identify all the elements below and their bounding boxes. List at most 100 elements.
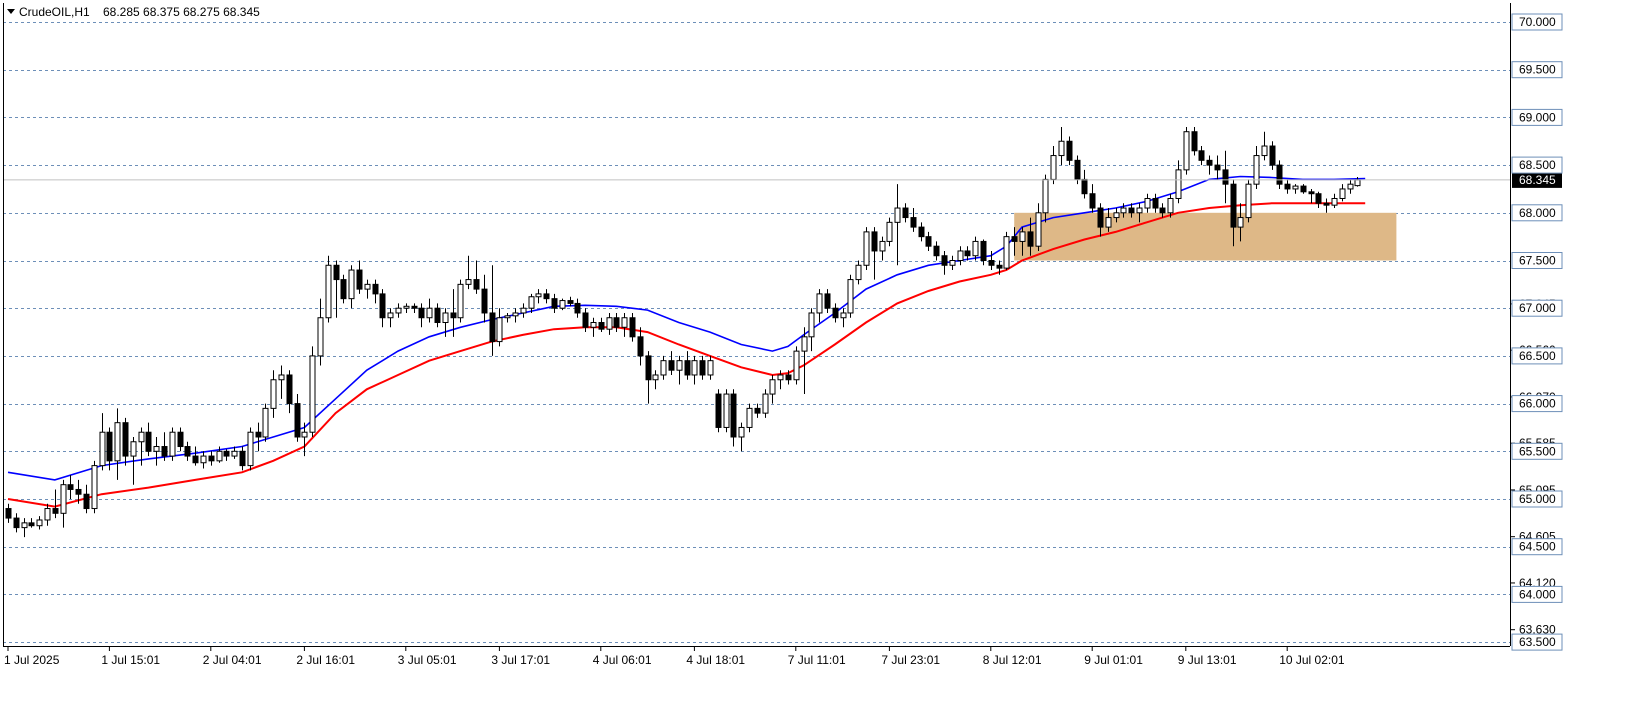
candle-body-bear — [83, 493, 90, 510]
candle — [598, 317, 605, 333]
candle-body-bull — [691, 360, 698, 376]
candle-body-bull — [590, 322, 597, 328]
candle-body-bear — [1284, 183, 1291, 190]
candle-body-bear — [754, 407, 761, 414]
candle — [1206, 155, 1213, 175]
candle-body-bull — [457, 283, 464, 319]
candle — [894, 184, 901, 266]
candle-body-bear — [871, 231, 878, 252]
candle — [1198, 146, 1205, 166]
candle-body-bull — [216, 450, 223, 462]
candle-body-bear — [333, 264, 340, 281]
candle — [1253, 146, 1260, 189]
candle — [21, 518, 28, 538]
candle — [1222, 150, 1229, 204]
candle — [723, 389, 730, 433]
candle-body-bull — [1237, 217, 1244, 228]
candle-body-bear — [1081, 178, 1088, 195]
candle — [1066, 136, 1073, 166]
candle — [769, 374, 776, 404]
time-label: 1 Jul 2025 — [4, 653, 60, 667]
candle — [613, 312, 620, 333]
candle-body-bull — [1144, 197, 1151, 209]
candle-body-bear — [582, 312, 589, 328]
candle-body-bear — [637, 336, 644, 357]
candle — [169, 427, 176, 461]
candle-body-bear — [1269, 145, 1276, 166]
candle-body-bull — [200, 455, 207, 464]
candle-body-bull — [138, 431, 145, 443]
time-label: 4 Jul 06:01 — [593, 653, 652, 667]
candle-body-bull — [1347, 183, 1354, 190]
price-chart[interactable]: 68.345 67.04566.56066.07065.58565.09564.… — [0, 0, 1651, 705]
candle-body-bull — [1245, 183, 1252, 219]
candle-body-bull — [442, 312, 449, 324]
candle — [567, 296, 574, 307]
time-label: 3 Jul 17:01 — [491, 653, 550, 667]
candle — [1089, 184, 1096, 213]
candle-body-bear — [208, 455, 215, 462]
candle-body-bear — [255, 431, 262, 438]
time-label: 8 Jul 12:01 — [983, 653, 1042, 667]
candle — [1214, 155, 1221, 180]
ohlc-readout: 68.285 68.375 68.275 68.345 — [103, 5, 260, 19]
candle — [1269, 141, 1276, 170]
candle — [223, 449, 230, 461]
candle — [1003, 231, 1010, 271]
candle — [1347, 179, 1354, 194]
candle — [863, 227, 870, 271]
candle-body-bear — [161, 446, 168, 457]
candle — [933, 241, 940, 261]
candle — [122, 417, 129, 466]
price-level-label: 69.500 — [1519, 63, 1556, 77]
candle — [1292, 184, 1299, 194]
price-level-label: 68.500 — [1519, 158, 1556, 172]
candle-body-bull — [1105, 217, 1112, 228]
chart-header: CrudeOIL,H1 68.285 68.375 68.275 68.345 — [7, 5, 260, 19]
time-label: 9 Jul 01:01 — [1084, 653, 1143, 667]
candle — [512, 308, 519, 323]
candle — [1058, 126, 1065, 166]
chart-area[interactable]: 68.345 67.04566.56066.07065.58565.09564.… — [0, 0, 1651, 705]
candle — [60, 479, 67, 528]
candle — [972, 236, 979, 261]
candle — [372, 279, 379, 304]
candle-body-bear — [1276, 164, 1283, 185]
candle — [1152, 193, 1159, 213]
candle-body-bull — [793, 350, 800, 381]
candle-body-bull — [348, 269, 355, 300]
candle-body-bear — [434, 307, 441, 324]
candle — [465, 255, 472, 290]
candle — [801, 327, 808, 395]
candle-body-bull — [1354, 179, 1361, 187]
candle-body-bear — [122, 422, 129, 457]
candle-body-bear — [340, 279, 347, 300]
candle-body-bull — [660, 360, 667, 376]
candle — [574, 298, 581, 318]
candle-body-bull — [535, 293, 542, 298]
time-label: 2 Jul 16:01 — [296, 653, 355, 667]
candle — [590, 317, 597, 337]
candle-body-bear — [543, 293, 550, 300]
candle — [145, 422, 152, 457]
candle-body-bull — [855, 264, 862, 281]
candle-body-bull — [169, 431, 176, 457]
candle-body-bear — [1300, 185, 1307, 193]
candle — [1323, 198, 1330, 213]
candle-body-bear — [824, 293, 831, 309]
candle-body-bear — [785, 374, 792, 381]
candle — [496, 308, 503, 347]
candle-body-bull — [1175, 169, 1182, 199]
candle — [379, 289, 386, 328]
candle — [582, 308, 589, 333]
candle-body-bull — [863, 231, 870, 266]
candle-body-bull — [808, 312, 815, 338]
candle-body-bear — [1198, 150, 1205, 161]
candle — [411, 303, 418, 313]
chevron-down-icon[interactable] — [7, 9, 15, 14]
time-label: 3 Jul 05:01 — [398, 653, 457, 667]
price-level-label: 65.000 — [1519, 492, 1556, 506]
candle-body-bull — [1003, 236, 1010, 269]
candle-body-bull — [762, 393, 769, 414]
candle-body-bull — [1042, 178, 1049, 214]
